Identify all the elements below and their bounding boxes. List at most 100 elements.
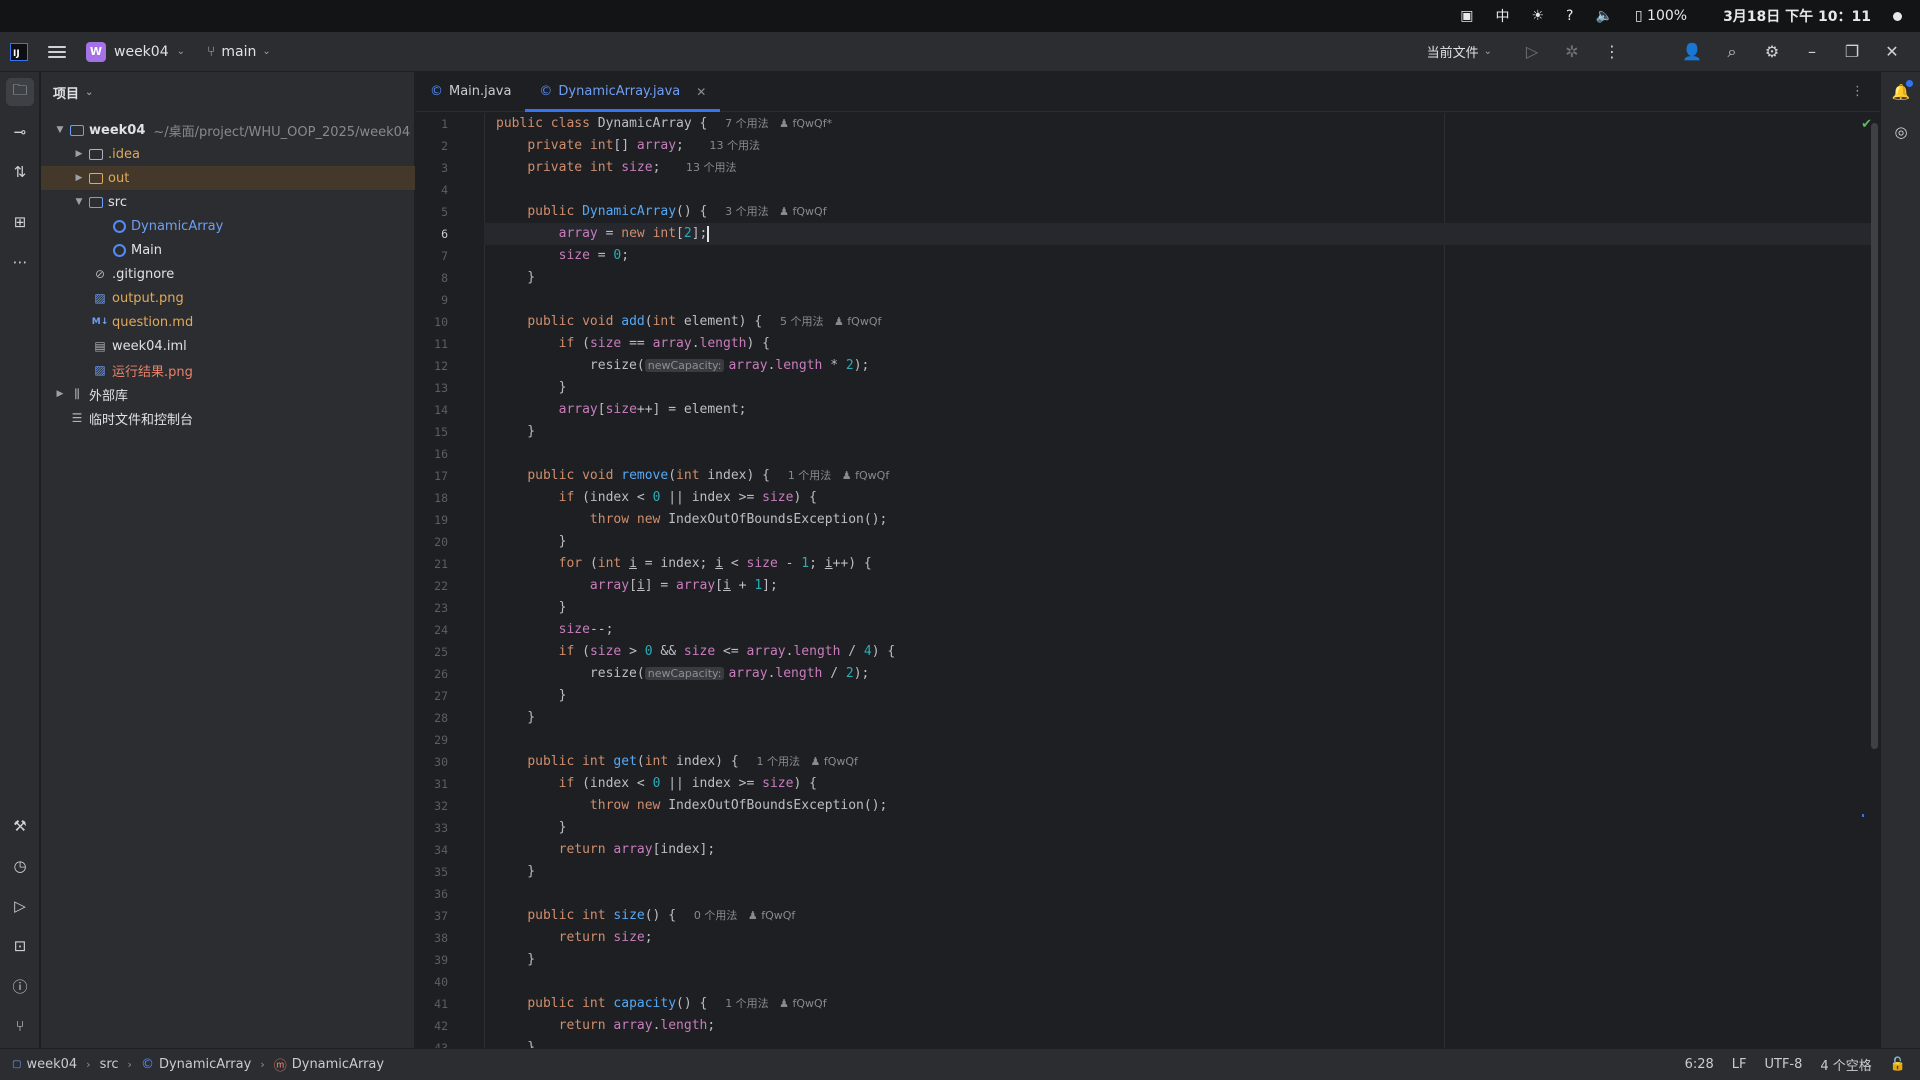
run-tool-icon[interactable]: ▷: [6, 892, 34, 920]
line-number[interactable]: 40: [416, 971, 448, 993]
code-line[interactable]: }: [484, 597, 1874, 619]
tree-item-gitignore[interactable]: ⊘ .gitignore: [41, 262, 415, 286]
tree-item-run-result-png[interactable]: ▨ 运行结果.png: [41, 358, 415, 382]
code-line[interactable]: public int get(int index) { 1 个用法 ♟ fQwQ…: [484, 751, 1874, 773]
input-method-indicator[interactable]: 中: [1495, 6, 1509, 26]
code-line[interactable]: return array.length;: [484, 1015, 1874, 1037]
code-line[interactable]: [484, 883, 1874, 905]
display-icon[interactable]: ▣: [1460, 8, 1473, 24]
code-line[interactable]: return size;: [484, 927, 1874, 949]
line-number[interactable]: 30: [416, 751, 448, 773]
code-line[interactable]: public int capacity() { 1 个用法 ♟ fQwQf: [484, 993, 1874, 1015]
volume-icon[interactable]: 🔈: [1595, 8, 1612, 24]
code-line[interactable]: }: [484, 861, 1874, 883]
terminal-icon[interactable]: ⊡: [6, 932, 34, 960]
tree-item-src[interactable]: ▼ src: [41, 190, 415, 214]
line-number[interactable]: 28: [416, 707, 448, 729]
tab-dynamicarray-java[interactable]: © DynamicArray.java ✕: [525, 72, 721, 112]
code-line[interactable]: }: [484, 421, 1874, 443]
breadcrumb-item[interactable]: DynamicArray: [292, 1057, 384, 1072]
tree-item-main[interactable]: Main: [41, 238, 415, 262]
chevron-right-icon[interactable]: ▶: [72, 149, 86, 159]
line-number[interactable]: 7: [416, 245, 448, 267]
tree-item-external-libraries[interactable]: ▶ ⫼ 外部库: [41, 382, 415, 406]
line-number[interactable]: 36: [416, 883, 448, 905]
ai-assistant-icon[interactable]: ◎: [1891, 122, 1911, 142]
tree-item-week04[interactable]: ▼ week04 ~/桌面/project/WHU_OOP_2025/week0…: [41, 118, 415, 142]
line-number[interactable]: 43: [416, 1037, 448, 1048]
git-icon[interactable]: ⑂: [6, 1012, 34, 1040]
line-number[interactable]: 21: [416, 553, 448, 575]
indent-setting[interactable]: 4 个空格: [1820, 1055, 1871, 1074]
project-widget[interactable]: W week04 ⌄: [86, 41, 185, 62]
commit-icon[interactable]: ⊸: [6, 118, 34, 146]
problems-icon[interactable]: ⓘ: [6, 972, 34, 1000]
line-number[interactable]: 6: [416, 223, 448, 245]
line-number[interactable]: 22: [416, 575, 448, 597]
line-number[interactable]: 41: [416, 993, 448, 1015]
code-line[interactable]: }: [484, 685, 1874, 707]
line-number[interactable]: 31: [416, 773, 448, 795]
tab-options-icon[interactable]: ⋮: [1851, 84, 1864, 99]
usage-hint[interactable]: 13 个用法: [710, 139, 761, 152]
chevron-down-icon[interactable]: ▼: [53, 125, 67, 135]
line-number[interactable]: 37: [416, 905, 448, 927]
line-number[interactable]: 25: [416, 641, 448, 663]
code-line[interactable]: array[i] = array[i + 1];: [484, 575, 1874, 597]
code-line[interactable]: }: [484, 377, 1874, 399]
breadcrumb-item[interactable]: DynamicArray: [159, 1057, 251, 1072]
code-line[interactable]: [484, 179, 1874, 201]
minimize-window-icon[interactable]: –: [1792, 32, 1832, 72]
line-number[interactable]: 2: [416, 135, 448, 157]
line-number[interactable]: 12: [416, 355, 448, 377]
code-line[interactable]: public int size() { 0 个用法 ♟ fQwQf: [484, 905, 1874, 927]
line-number[interactable]: 38: [416, 927, 448, 949]
settings-gear-icon[interactable]: ⚙: [1752, 32, 1792, 72]
tree-item-scratches[interactable]: ☰ 临时文件和控制台: [41, 406, 415, 430]
code-line[interactable]: [484, 289, 1874, 311]
line-number[interactable]: 24: [416, 619, 448, 641]
line-number[interactable]: 11: [416, 333, 448, 355]
main-menu-icon[interactable]: [48, 45, 66, 58]
run-configuration-selector[interactable]: 当前文件 ⌄: [1427, 42, 1492, 61]
code-line[interactable]: resize(newCapacity: array.length * 2);: [484, 355, 1874, 377]
line-number[interactable]: 32: [416, 795, 448, 817]
services-icon[interactable]: ◷: [6, 852, 34, 880]
code-line[interactable]: }: [484, 267, 1874, 289]
code-line[interactable]: resize(newCapacity: array.length / 2);: [484, 663, 1874, 685]
code-with-me-icon[interactable]: 👤: [1672, 32, 1712, 72]
code-line[interactable]: throw new IndexOutOfBoundsException();: [484, 509, 1874, 531]
restore-window-icon[interactable]: ❐: [1832, 32, 1872, 72]
line-number[interactable]: 3: [416, 157, 448, 179]
structure-icon[interactable]: ⊞: [6, 208, 34, 236]
code-line[interactable]: return array[index];: [484, 839, 1874, 861]
tree-item-output-png[interactable]: ▨ output.png: [41, 286, 415, 310]
caret-position[interactable]: 6:28: [1685, 1057, 1714, 1072]
usage-hint[interactable]: 5 个用法 ♟ fQwQf: [780, 315, 881, 328]
code-line[interactable]: }: [484, 1037, 1874, 1048]
brightness-icon[interactable]: ☀: [1531, 8, 1544, 24]
tree-item-question-md[interactable]: M↓ question.md: [41, 310, 415, 334]
line-number[interactable]: 23: [416, 597, 448, 619]
code-line[interactable]: if (size > 0 && size <= array.length / 4…: [484, 641, 1874, 663]
code-line[interactable]: public class DynamicArray { 7 个用法 ♟ fQwQ…: [484, 113, 1874, 135]
tree-item-week04-iml[interactable]: ▤ week04.iml: [41, 334, 415, 358]
line-number[interactable]: 34: [416, 839, 448, 861]
project-panel-header[interactable]: 项目 ⌄: [41, 72, 414, 112]
chevron-down-icon[interactable]: ▼: [72, 197, 86, 207]
line-number[interactable]: 9: [416, 289, 448, 311]
code-line[interactable]: [484, 443, 1874, 465]
code-line[interactable]: size--;: [484, 619, 1874, 641]
status-dot-icon[interactable]: [1893, 11, 1902, 21]
error-stripe-marker[interactable]: [1862, 814, 1864, 817]
vertical-scrollbar[interactable]: [1871, 123, 1878, 749]
code-line[interactable]: if (index < 0 || index >= size) {: [484, 487, 1874, 509]
line-number[interactable]: 42: [416, 1015, 448, 1037]
line-number[interactable]: 14: [416, 399, 448, 421]
tab-main-java[interactable]: © Main.java: [416, 72, 525, 111]
code-line[interactable]: size = 0;: [484, 245, 1874, 267]
build-hammer-icon[interactable]: ⚒: [6, 812, 34, 840]
help-icon[interactable]: ?: [1566, 8, 1573, 24]
more-tools-icon[interactable]: ⋯: [6, 248, 34, 276]
code-line[interactable]: [484, 971, 1874, 993]
